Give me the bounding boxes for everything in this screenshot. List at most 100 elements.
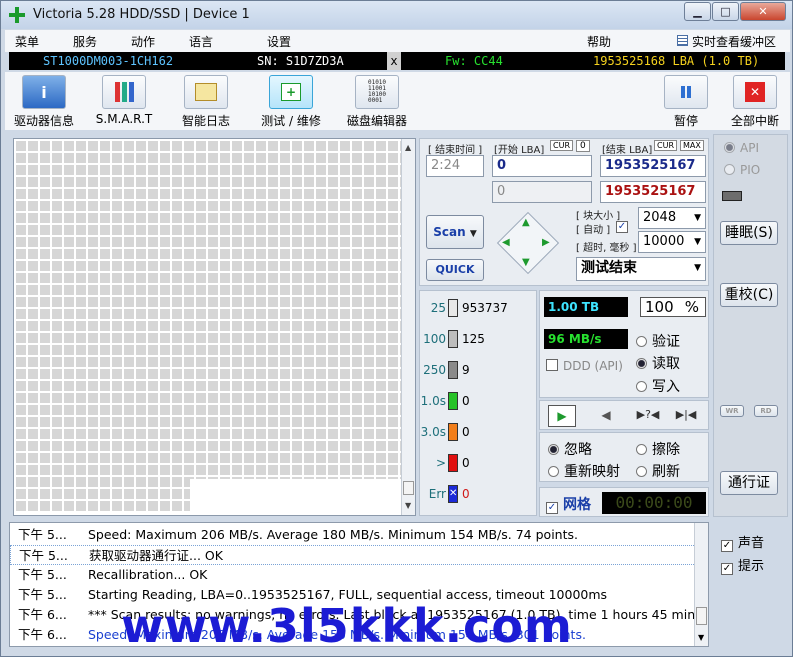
current-speed: 96 MB/s — [544, 329, 628, 349]
end-icon[interactable]: ▶|◀ — [672, 405, 700, 427]
menu-settings[interactable]: 设置 — [267, 33, 291, 50]
stat-row: 3.0s 0 — [420, 423, 538, 443]
nav-up-icon[interactable]: ▲ — [522, 217, 530, 228]
end-max-button[interactable]: MAX — [680, 140, 704, 151]
sound-option[interactable]: ✓ 声音 — [721, 532, 764, 552]
stat-label: 250 — [423, 363, 446, 377]
log-scrollbar[interactable]: ▼ — [694, 523, 708, 646]
start-zero-button[interactable]: 0 — [576, 140, 590, 152]
hints-option[interactable]: ✓ 提示 — [721, 555, 764, 575]
passport-button[interactable]: 通行证 — [720, 471, 778, 495]
end-lba-field[interactable]: 1953525167 — [600, 155, 706, 177]
smart-button[interactable]: S.M.A.R.T — [91, 75, 157, 126]
wr-button[interactable]: WR — [720, 405, 744, 417]
pio-option[interactable]: PIO — [724, 163, 760, 177]
scroll-down-icon[interactable]: ▼ — [698, 633, 704, 642]
status-led — [722, 191, 742, 201]
verify-option[interactable]: 验证 — [636, 331, 680, 351]
menu-language[interactable]: 语言 — [189, 33, 213, 50]
refresh-radio[interactable] — [636, 466, 647, 477]
start-cur-button[interactable]: CUR — [550, 140, 573, 151]
ignore-option[interactable]: 忽略 — [548, 439, 592, 459]
log-row[interactable]: 下午 5... Speed: Maximum 206 MB/s. Average … — [10, 525, 696, 545]
api-radio[interactable] — [724, 142, 735, 153]
quick-button[interactable]: QUICK — [426, 259, 484, 281]
log-row[interactable]: 下午 5... 获取驱动器通行证... OK — [10, 545, 696, 565]
grid-option[interactable]: ✓ 网格 — [546, 494, 591, 514]
result-select[interactable]: 测试结束 ▼ — [576, 257, 706, 281]
maximize-button[interactable]: □ — [712, 2, 739, 21]
nav-left-icon[interactable]: ◀ — [502, 237, 510, 248]
hints-checkbox[interactable]: ✓ — [721, 563, 733, 575]
sleep-button[interactable]: 睡眠(S) — [720, 221, 778, 245]
sound-checkbox[interactable]: ✓ — [721, 540, 733, 552]
timing-stats-panel: 25 953737 100 125 250 9 1.0s 0 3.0s 0 >0 Err ✕ 0 — [419, 290, 537, 516]
menu-service[interactable]: 服务 — [73, 33, 97, 50]
verify-radio[interactable] — [636, 336, 647, 347]
log-scroll-thumb[interactable] — [696, 607, 707, 625]
ignore-radio[interactable] — [548, 444, 559, 455]
nav-right-icon[interactable]: ▶ — [542, 237, 550, 248]
menu-main[interactable]: 菜单 — [15, 33, 39, 50]
close-device-button[interactable]: x — [387, 52, 401, 70]
read-option[interactable]: 读取 — [636, 353, 680, 373]
read-radio[interactable] — [636, 358, 647, 369]
test-repair-button[interactable]: + 测试 / 维修 — [255, 75, 327, 129]
app-window: Victoria 5.28 HDD/SSD | Device 1 ▁ □ ✕ 菜… — [0, 0, 793, 657]
remap-radio[interactable] — [548, 466, 559, 477]
recalibrate-button[interactable]: 重校(C) — [720, 283, 778, 307]
remap-option[interactable]: 重新映射 — [548, 461, 620, 481]
scroll-thumb[interactable] — [403, 481, 414, 495]
ddd-checkbox[interactable] — [546, 359, 558, 371]
write-option[interactable]: 写入 — [636, 376, 680, 396]
sound-label: 声音 — [738, 536, 765, 551]
pause-button[interactable]: 暂停 — [661, 75, 711, 129]
scroll-down-icon[interactable]: ▼ — [405, 501, 411, 510]
smart-log-button[interactable]: 智能日志 — [173, 75, 239, 129]
menu-help[interactable]: 帮助 — [587, 33, 611, 50]
disk-editor-button[interactable]: 01010 11001 10100 0001 磁盘编辑器 — [341, 75, 413, 129]
ignore-label: 忽略 — [564, 442, 592, 458]
drive-info-button[interactable]: i 驱动器信息 — [9, 75, 79, 129]
play-icon[interactable]: ▶ — [548, 405, 576, 427]
back-icon[interactable]: ◀ — [592, 405, 620, 427]
pio-radio[interactable] — [724, 164, 735, 175]
end-time-field[interactable]: 2:24 — [426, 155, 484, 177]
skip-icon[interactable]: ▶?◀ — [634, 405, 662, 427]
scan-map: ▲ ▼ — [13, 138, 416, 516]
end-lba-label: [结束 LBA] — [602, 145, 653, 156]
grid-checkbox[interactable]: ✓ — [546, 502, 558, 514]
stop-all-button[interactable]: ✕ 全部中断 — [725, 75, 785, 129]
log-time: 下午 5... — [19, 548, 68, 563]
stat-color-block — [448, 299, 458, 317]
scroll-up-icon[interactable]: ▲ — [405, 143, 411, 152]
api-label: API — [740, 141, 759, 155]
app-cross-icon — [9, 7, 25, 23]
start-lba-field[interactable]: 0 — [492, 155, 592, 177]
minimize-button[interactable]: ▁ — [684, 2, 711, 21]
log-row[interactable]: 下午 5... Recallibration... OK — [10, 565, 696, 585]
rd-button[interactable]: RD — [754, 405, 778, 417]
start-lba-label: [开始 LBA] — [494, 145, 545, 156]
erase-radio[interactable] — [636, 444, 647, 455]
close-button[interactable]: ✕ — [740, 2, 786, 21]
buffer-view[interactable]: 实时查看缓冲区 — [677, 33, 776, 50]
map-scrollbar[interactable]: ▲ ▼ — [401, 139, 415, 515]
ddd-api-option[interactable]: DDD (API) — [546, 359, 623, 373]
end-lba-readonly: 1953525167 — [600, 181, 706, 203]
timeout-select[interactable]: 10000 ▼ — [638, 231, 706, 253]
auto-checkbox[interactable]: ✓ — [616, 221, 628, 233]
write-radio[interactable] — [636, 381, 647, 392]
end-cur-button[interactable]: CUR — [654, 140, 677, 151]
api-option[interactable]: API — [724, 141, 759, 155]
block-size-select[interactable]: 2048 ▼ — [638, 207, 706, 229]
erase-label: 擦除 — [652, 442, 680, 458]
menu-action[interactable]: 动作 — [131, 33, 155, 50]
nav-down-icon[interactable]: ▼ — [522, 257, 530, 268]
scan-button[interactable]: Scan ▼ — [426, 215, 484, 249]
title-bar: Victoria 5.28 HDD/SSD | Device 1 ▁ □ ✕ — [1, 1, 792, 29]
refresh-option[interactable]: 刷新 — [636, 461, 680, 481]
erase-option[interactable]: 擦除 — [636, 439, 680, 459]
scan-button-label: Scan — [433, 225, 466, 239]
log-time: 下午 6... — [18, 607, 67, 622]
